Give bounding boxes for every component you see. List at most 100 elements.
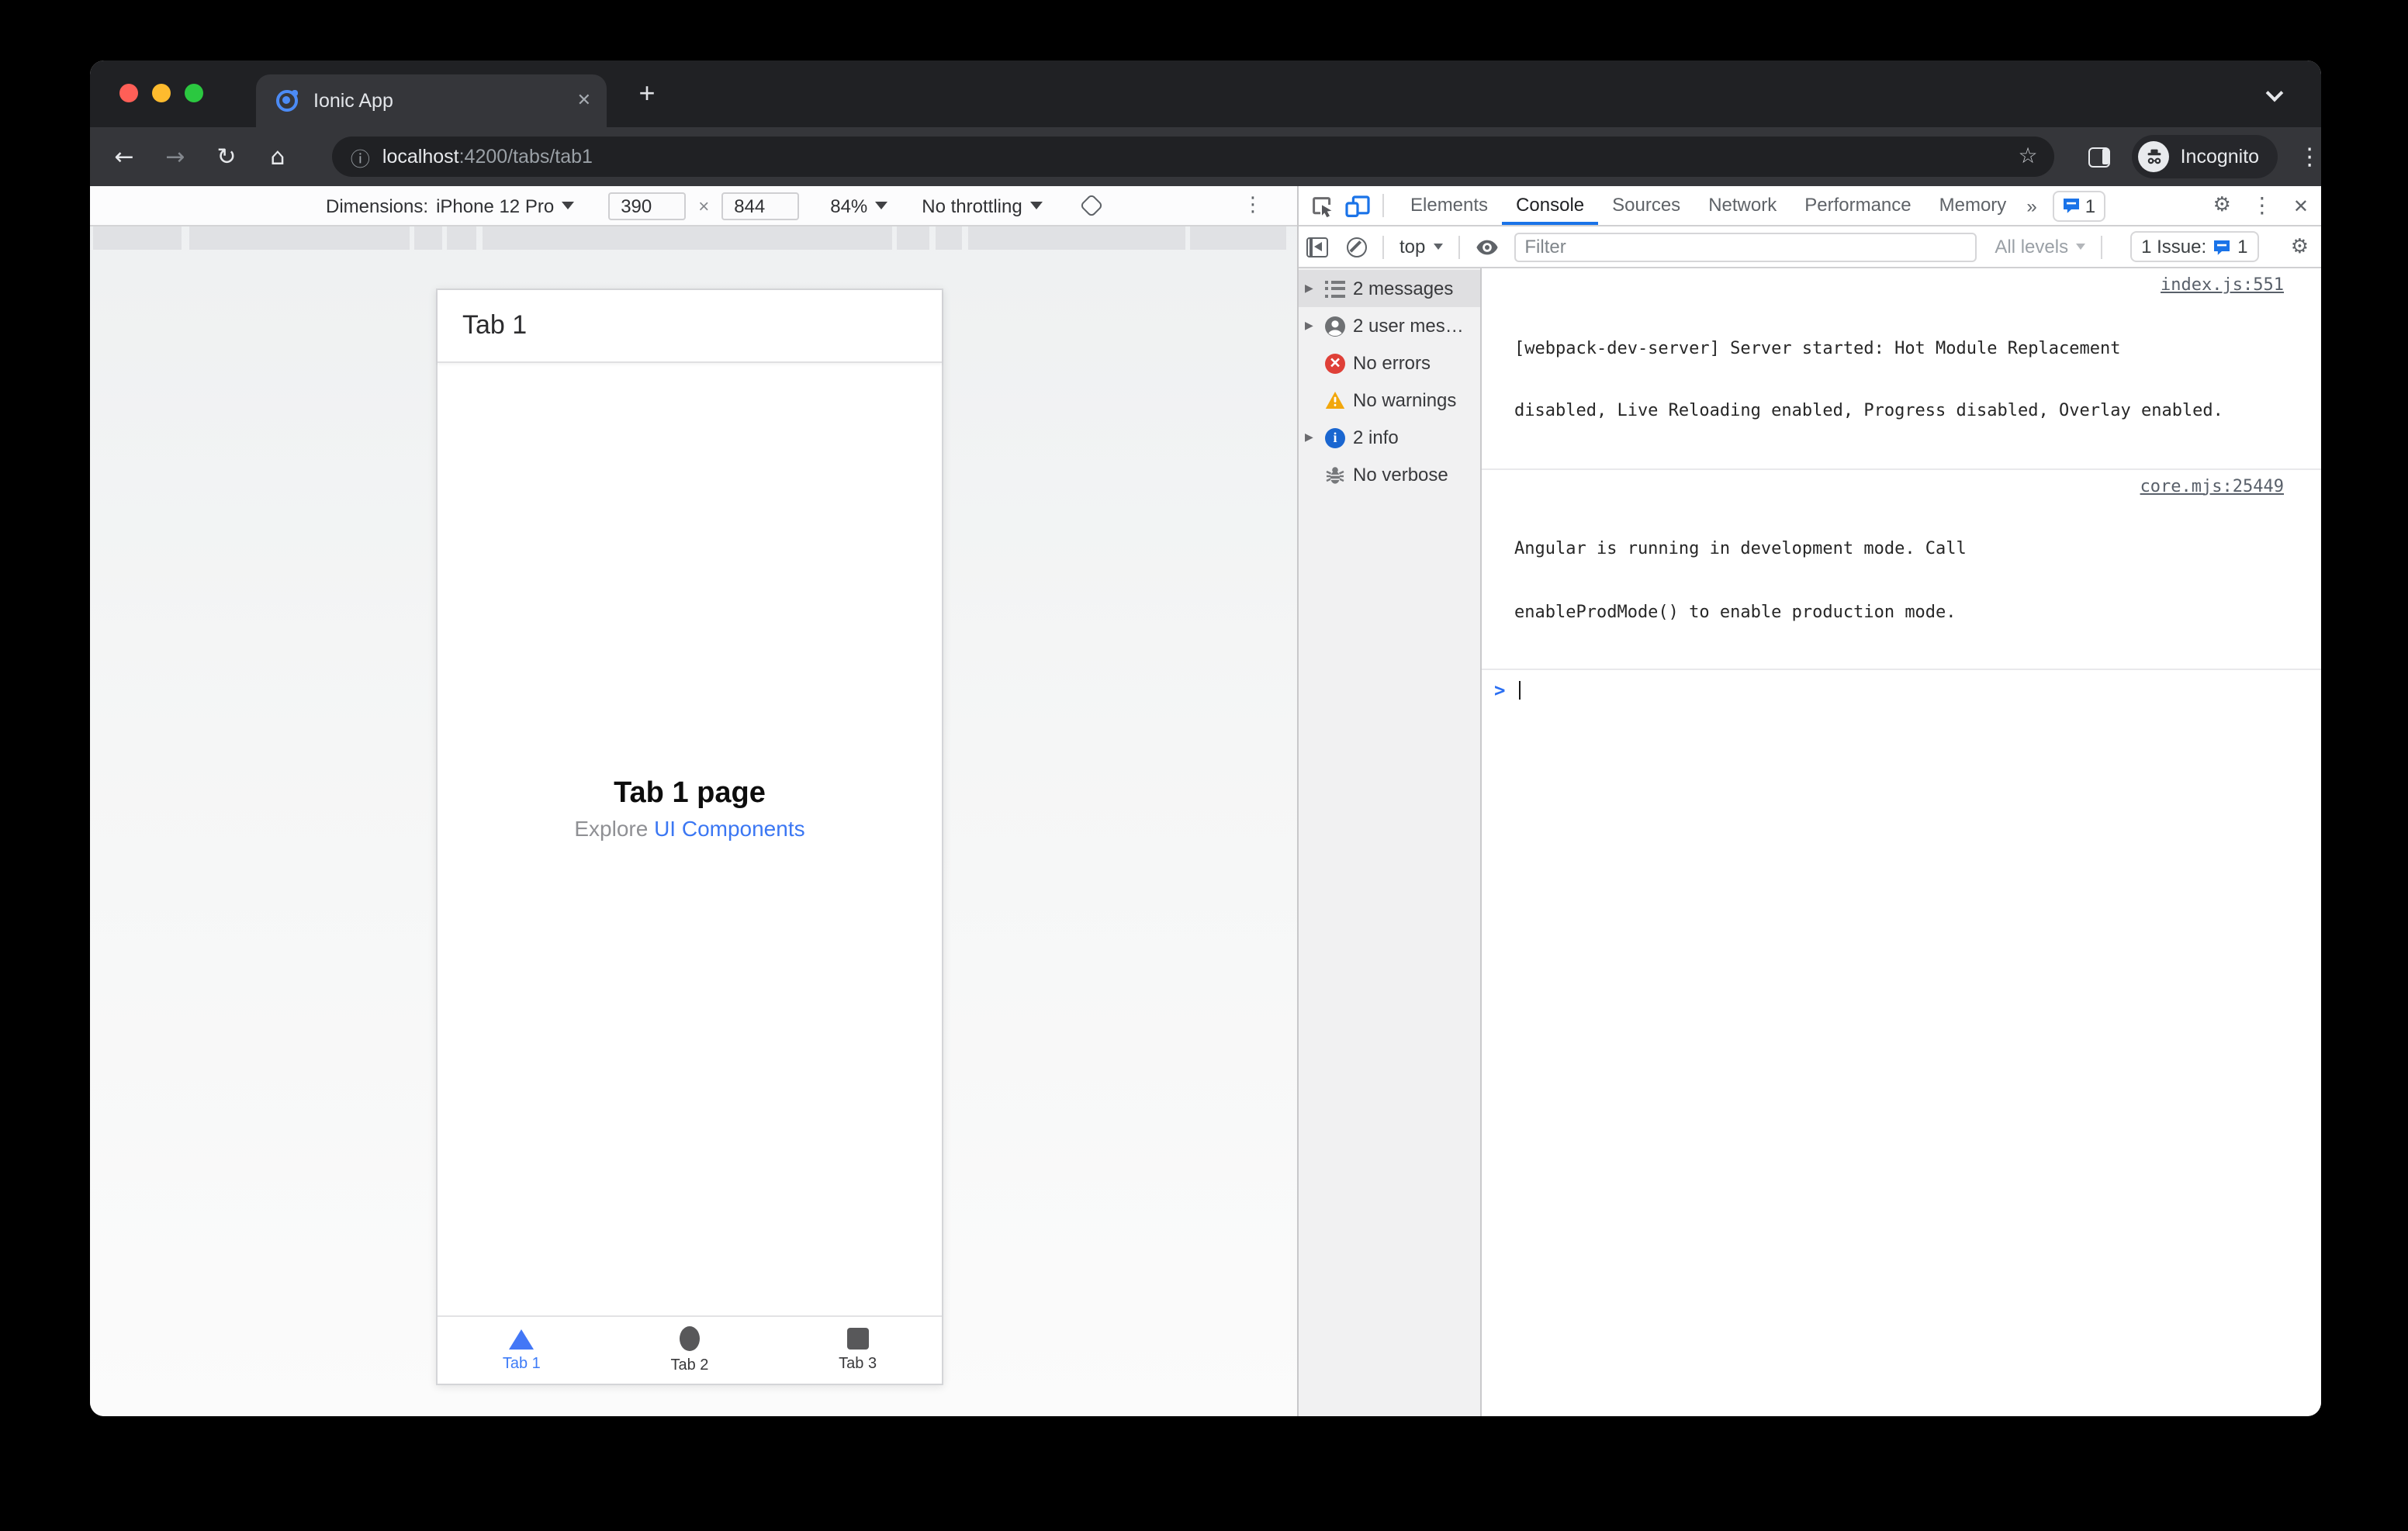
media-query-segment[interactable] <box>897 226 929 250</box>
sidebar-item-label: No warnings <box>1353 389 1457 411</box>
reload-icon[interactable]: ↻ <box>214 143 239 171</box>
sidebar-item-warnings[interactable]: No warnings <box>1299 382 1480 419</box>
javascript-context-dropdown[interactable]: top <box>1399 236 1443 257</box>
dimension-separator: × <box>698 195 710 216</box>
zoom-window-button[interactable] <box>185 84 203 102</box>
expander-icon[interactable]: ▶ <box>1305 431 1317 444</box>
devtools-tab-performance[interactable]: Performance <box>1790 186 1925 225</box>
issues-button[interactable]: 1 Issue: 1 <box>2130 231 2259 262</box>
sidebar-item-all-messages[interactable]: ▶ 2 messages <box>1299 270 1480 307</box>
chevron-down-icon <box>2076 244 2086 250</box>
devtools-tab-console[interactable]: Console <box>1502 186 1598 225</box>
sidebar-item-label: No verbose <box>1353 464 1448 486</box>
media-query-segment[interactable] <box>447 226 476 250</box>
device-name: iPhone 12 Pro <box>436 195 555 216</box>
device-toolbar-menu-icon[interactable]: ⋮ <box>1243 194 1263 217</box>
sidebar-item-info[interactable]: ▶ i 2 info <box>1299 419 1480 456</box>
ellipse-icon <box>679 1326 700 1351</box>
app-tab-bar: Tab 1 Tab 2 Tab 3 <box>438 1315 942 1384</box>
site-info-icon[interactable]: ⓘ <box>351 142 370 171</box>
media-query-segment[interactable] <box>968 226 1185 250</box>
square-icon <box>846 1328 869 1350</box>
main-area: Dimensions: iPhone 12 Pro × 84% No throt… <box>90 186 2321 1416</box>
media-query-segment[interactable] <box>414 226 442 250</box>
message-line: enableProdMode() to enable production mo… <box>1514 601 1956 621</box>
media-query-segment[interactable] <box>936 226 962 250</box>
expander-icon[interactable]: ▶ <box>1305 320 1317 332</box>
sidebar-item-verbose[interactable]: No verbose <box>1299 456 1480 493</box>
forward-icon[interactable]: → <box>163 143 188 171</box>
bookmark-star-icon[interactable]: ☆ <box>2019 144 2038 169</box>
ui-components-link[interactable]: UI Components <box>654 816 805 841</box>
source-link[interactable]: core.mjs:25449 <box>2140 475 2284 496</box>
sidebar-item-label: 2 messages <box>1353 278 1454 299</box>
message-line: Angular is running in development mode. … <box>1514 538 1967 558</box>
more-tabs-icon[interactable]: » <box>2026 195 2036 216</box>
media-query-segment[interactable] <box>1190 226 1286 250</box>
message-line: disabled, Live Reloading enabled, Progre… <box>1514 400 2223 420</box>
close-tab-icon[interactable]: ✕ <box>577 74 591 127</box>
sidebar-item-label: No errors <box>1353 352 1431 374</box>
sidebar-item-errors[interactable]: ✕ No errors <box>1299 344 1480 382</box>
incognito-label: Incognito <box>2180 146 2260 168</box>
browser-window: Ionic App ✕ + ← → ↻ ⌂ ⓘ localhost:4200/t… <box>90 60 2321 1416</box>
app-tab-2[interactable]: Tab 2 <box>606 1317 774 1384</box>
live-expression-eye-icon[interactable] <box>1475 238 1498 255</box>
rotate-device-icon[interactable] <box>1079 193 1104 218</box>
new-tab-button[interactable]: + <box>627 74 667 115</box>
devtools-menu-icon[interactable]: ⋮ <box>2251 193 2273 218</box>
device-height-input[interactable] <box>721 192 800 219</box>
console-message[interactable]: index.js:551 [webpack-dev-server] Server… <box>1482 268 2321 469</box>
throttling-dropdown[interactable]: No throttling <box>922 195 1043 216</box>
devtools-tab-sources[interactable]: Sources <box>1598 186 1694 225</box>
log-levels-label: All levels <box>1995 236 2069 257</box>
console-filter-input[interactable] <box>1514 232 1977 261</box>
minimize-window-button[interactable] <box>152 84 171 102</box>
side-panel-icon[interactable] <box>2088 147 2111 167</box>
close-window-button[interactable] <box>119 84 138 102</box>
console-settings-gear-icon[interactable]: ⚙ <box>2291 235 2309 258</box>
browser-tab[interactable]: Ionic App ✕ <box>256 74 607 127</box>
source-link[interactable]: index.js:551 <box>2161 275 2284 295</box>
device-toolbar: Dimensions: iPhone 12 Pro × 84% No throt… <box>90 186 1297 226</box>
explore-prefix: Explore <box>574 816 655 841</box>
devtools-tab-memory[interactable]: Memory <box>1925 186 2021 225</box>
tab-label: Tab 1 <box>502 1355 541 1372</box>
console-message[interactable]: core.mjs:25449 Angular is running in dev… <box>1482 469 2321 670</box>
app-tab-1[interactable]: Tab 1 <box>438 1317 606 1384</box>
toggle-device-toolbar-icon[interactable] <box>1345 195 1370 216</box>
triangle-icon <box>509 1329 535 1349</box>
device-width-input[interactable] <box>608 192 687 219</box>
speech-bubble-icon <box>2214 240 2230 254</box>
media-query-segment[interactable] <box>483 226 892 250</box>
console-prompt[interactable]: > <box>1482 670 2321 701</box>
home-icon[interactable]: ⌂ <box>265 143 290 171</box>
page-title: Tab 1 page <box>614 777 766 810</box>
device-viewport: Tab 1 Tab 1 page Explore UI Components T… <box>436 289 943 1385</box>
app-tab-3[interactable]: Tab 3 <box>773 1317 942 1384</box>
text-cursor <box>1519 681 1521 700</box>
warning-icon <box>1325 390 1345 410</box>
tab-search-chevron-icon[interactable] <box>2265 84 2284 102</box>
devtools-close-icon[interactable]: ✕ <box>2293 195 2309 216</box>
sidebar-item-user-messages[interactable]: ▶ 2 user mes… <box>1299 307 1480 344</box>
devtools-settings-gear-icon[interactable]: ⚙ <box>2213 194 2231 217</box>
chrome-menu-icon[interactable]: ⋮ <box>2298 143 2321 171</box>
media-query-segment[interactable] <box>93 226 182 250</box>
console-body: ▶ 2 messages ▶ 2 user mes… ✕ No errors N… <box>1299 268 2321 1416</box>
expander-icon[interactable]: ▶ <box>1305 282 1317 295</box>
devtools-tab-network[interactable]: Network <box>1694 186 1790 225</box>
zoom-dropdown[interactable]: 84% <box>830 195 888 216</box>
toggle-console-sidebar-icon[interactable] <box>1306 237 1328 257</box>
log-levels-dropdown[interactable]: All levels <box>1995 236 2086 257</box>
clear-console-icon[interactable] <box>1347 237 1367 257</box>
media-query-segment[interactable] <box>189 226 410 250</box>
speech-bubble-icon <box>2063 199 2079 213</box>
inspect-element-icon[interactable] <box>1311 195 1333 216</box>
devtools-tab-elements[interactable]: Elements <box>1396 186 1502 225</box>
back-icon[interactable]: ← <box>112 143 137 171</box>
issues-badge[interactable]: 1 <box>2052 190 2105 221</box>
explore-text: Explore UI Components <box>438 816 942 841</box>
device-select-dropdown[interactable]: Dimensions: iPhone 12 Pro <box>326 195 575 216</box>
url-bar[interactable]: ⓘ localhost:4200/tabs/tab1 ☆ <box>331 137 2055 177</box>
